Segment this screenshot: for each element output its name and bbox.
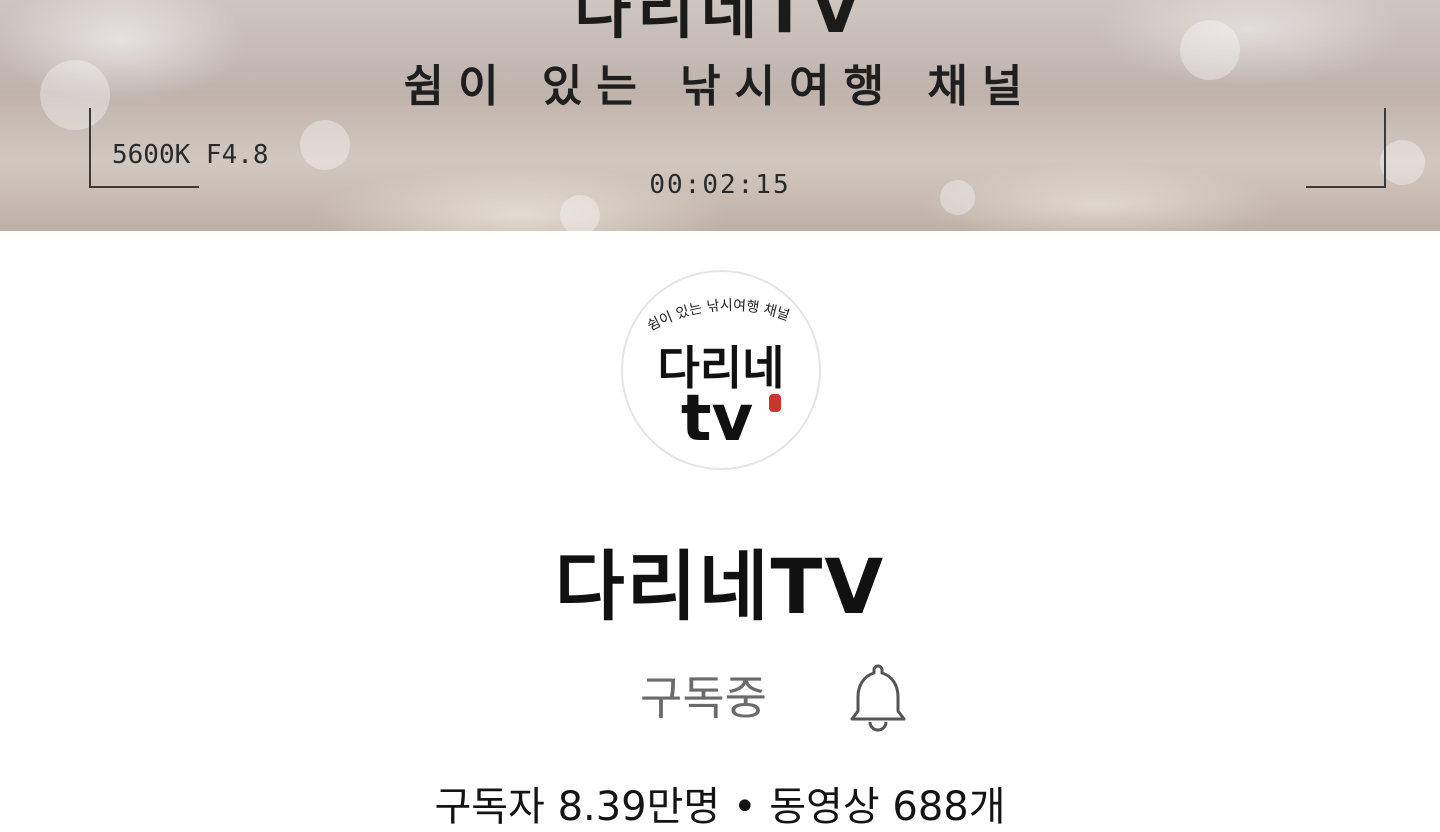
logo-top-text: 쉼이 있는 낚시여행 채널 <box>645 298 791 335</box>
channel-banner: 다리네TV 쉼이 있는 낚시여행 채널 5600K F4.8 00:02:15 <box>0 0 1440 231</box>
notification-button[interactable] <box>846 662 910 732</box>
logo-stamp <box>769 394 781 412</box>
channel-stats: 구독자 8.39만명 • 동영상 688개 <box>434 784 1006 830</box>
channel-avatar[interactable]: 쉼이 있는 낚시여행 채널 다리네 tv <box>621 270 821 470</box>
camera-info: 5600K F4.8 <box>112 140 269 170</box>
timecode: 00:02:15 <box>649 170 791 200</box>
bokeh-light <box>560 195 600 231</box>
banner-subtitle: 쉼이 있는 낚시여행 채널 <box>403 61 1037 112</box>
bokeh-light <box>300 120 350 170</box>
channel-name: 다리네TV <box>554 542 886 631</box>
bell-icon <box>850 664 906 732</box>
banner-title: 다리네TV <box>574 0 866 47</box>
subscribe-row: 구독중 <box>0 662 1440 732</box>
subscribe-button[interactable]: 구독중 <box>640 662 767 728</box>
channel-logo: 쉼이 있는 낚시여행 채널 다리네 tv <box>645 298 791 456</box>
svg-text:쉼이 있는 낚시여행 채널: 쉼이 있는 낚시여행 채널 <box>645 298 791 335</box>
logo-sub-text: tv <box>681 382 753 456</box>
